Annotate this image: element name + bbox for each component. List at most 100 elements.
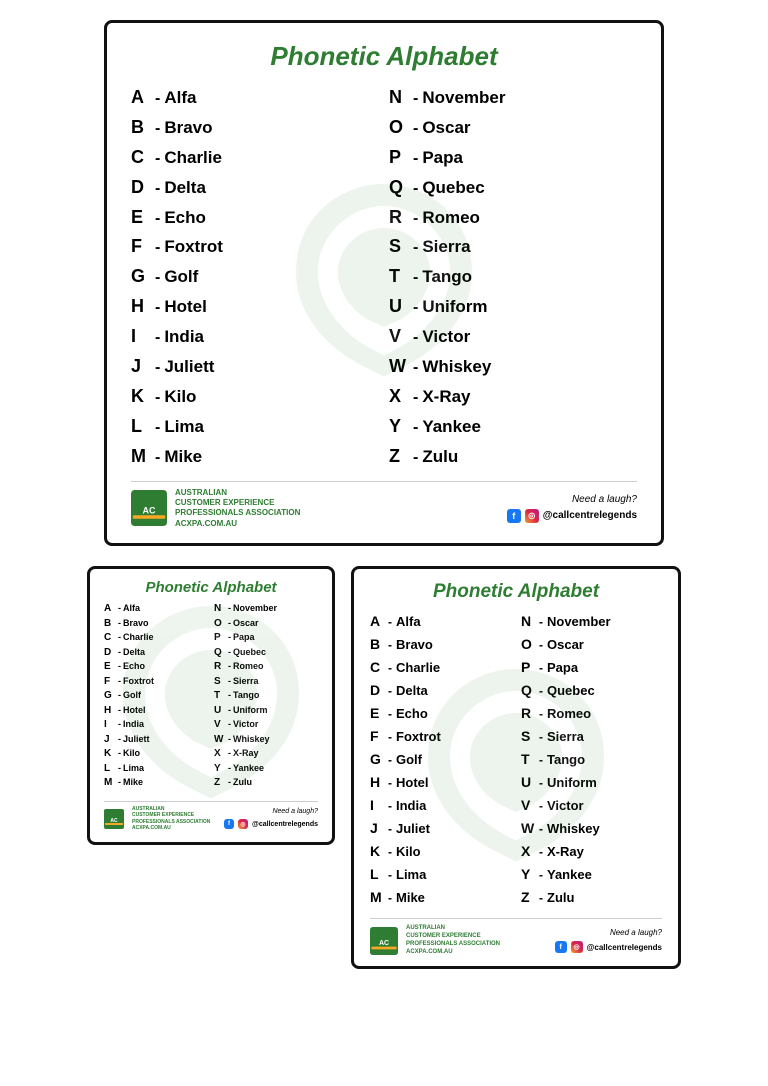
alpha-letter: F	[370, 726, 386, 747]
alpha-dash: -	[228, 762, 231, 775]
list-item: Z - Zulu	[214, 776, 318, 791]
alpha-word: Echo	[396, 704, 428, 724]
list-item: Y - Yankee	[214, 762, 318, 777]
alpha-letter: H	[131, 293, 153, 321]
footer-laugh-medium: Need a laugh?	[555, 928, 662, 937]
alpha-dash: -	[413, 177, 418, 202]
alpha-letter: E	[370, 703, 386, 724]
footer-org-text: AUSTRALIAN CUSTOMER EXPERIENCE PROFESSIO…	[175, 488, 300, 530]
alpha-letter: P	[389, 144, 411, 172]
alpha-word: Yankee	[547, 865, 592, 885]
acxpa-logo-medium-icon: AC	[370, 927, 398, 955]
footer-org-text-small: AUSTRALIAN CUSTOMER EXPERIENCE PROFESSIO…	[132, 806, 210, 832]
card-large-title: Phonetic Alphabet	[131, 41, 637, 72]
alpha-dash: -	[413, 147, 418, 172]
alpha-letter: H	[104, 704, 116, 719]
alpha-letter: M	[104, 776, 116, 791]
alpha-word: Charlie	[164, 145, 222, 171]
alpha-word: Zulu	[422, 444, 458, 470]
alpha-dash: -	[539, 843, 543, 861]
list-item: K - Kilo	[131, 383, 379, 411]
social-row: f ◎ @callcentrelegends	[507, 509, 637, 523]
alpha-letter: U	[389, 293, 411, 321]
list-item: P - Papa	[214, 631, 318, 646]
alpha-word: Yankee	[233, 762, 264, 775]
list-item: Q - Quebec	[389, 174, 637, 202]
alpha-word: Yankee	[422, 414, 481, 440]
alpha-dash: -	[118, 704, 121, 717]
alpha-dash: -	[539, 889, 543, 907]
alpha-letter: G	[104, 689, 116, 704]
alpha-word: Sierra	[422, 234, 470, 260]
acxpa-logo-small-icon: AC	[104, 809, 124, 829]
card-medium-footer: AC AUSTRALIAN CUSTOMER EXPERIENCE PROFES…	[370, 918, 662, 956]
alpha-letter: C	[370, 657, 386, 678]
footer-laugh-text: Need a laugh?	[507, 494, 637, 505]
alpha-dash: -	[228, 733, 231, 746]
list-item: U - Uniform	[521, 772, 662, 793]
alpha-dash: -	[118, 646, 121, 659]
alpha-letter: Z	[214, 776, 226, 791]
svg-text:AC: AC	[379, 940, 389, 947]
alpha-letter: D	[370, 680, 386, 701]
alpha-word: Quebec	[422, 175, 484, 201]
alpha-word: Golf	[396, 750, 422, 770]
list-item: O - Oscar	[389, 114, 637, 142]
alpha-letter: J	[104, 733, 116, 748]
list-item: O - Oscar	[521, 634, 662, 655]
list-item: B - Bravo	[131, 114, 379, 142]
alpha-word: X-Ray	[422, 384, 470, 410]
alpha-word: Quebec	[233, 646, 266, 659]
alpha-word: November	[547, 612, 611, 632]
alpha-letter: N	[214, 602, 226, 617]
list-item: Y - Yankee	[389, 413, 637, 441]
page-container: Phonetic Alphabet A - Alfa N - November B …	[20, 20, 748, 969]
list-item: L - Lima	[370, 864, 511, 885]
alpha-dash: -	[413, 207, 418, 232]
alpha-word: Victor	[233, 718, 258, 731]
alpha-word: Hotel	[396, 773, 429, 793]
alpha-dash: -	[388, 705, 392, 723]
alpha-letter: Y	[521, 864, 537, 885]
alpha-letter: U	[521, 772, 537, 793]
alpha-dash: -	[118, 718, 121, 731]
list-item: Z - Zulu	[389, 443, 637, 471]
alpha-dash: -	[539, 682, 543, 700]
alpha-dash: -	[118, 631, 121, 644]
alpha-dash: -	[539, 820, 543, 838]
alpha-letter: B	[104, 617, 116, 632]
alpha-letter: I	[104, 718, 116, 733]
alpha-word: Golf	[164, 264, 198, 290]
alpha-letter: P	[521, 657, 537, 678]
alpha-word: Echo	[123, 660, 145, 673]
alpha-word: X-Ray	[233, 747, 259, 760]
list-item: M - Mike	[104, 776, 208, 791]
alpha-letter: D	[104, 646, 116, 661]
alpha-word: Delta	[396, 681, 428, 701]
list-item: I - India	[131, 323, 379, 351]
list-item: X - X-Ray	[521, 841, 662, 862]
alpha-letter: R	[521, 703, 537, 724]
alpha-word: Victor	[547, 796, 584, 816]
alpha-word: Alfa	[123, 602, 140, 615]
list-item: M - Mike	[131, 443, 379, 471]
alpha-word: Victor	[422, 324, 470, 350]
alpha-word: Mike	[164, 444, 202, 470]
list-item: A - Alfa	[131, 84, 379, 112]
alpha-word: Alfa	[396, 612, 421, 632]
facebook-medium-icon: f	[555, 941, 567, 953]
list-item: R - Romeo	[389, 204, 637, 232]
alpha-word: Mike	[123, 776, 143, 789]
alpha-word: Romeo	[547, 704, 591, 724]
alpha-dash: -	[155, 266, 160, 291]
alpha-letter: A	[104, 602, 116, 617]
alpha-letter: V	[389, 323, 411, 351]
alpha-letter: G	[370, 749, 386, 770]
alpha-letter: N	[389, 84, 411, 112]
alpha-dash: -	[155, 177, 160, 202]
alpha-letter: Z	[521, 887, 537, 908]
alpha-letter: S	[214, 675, 226, 690]
alpha-letter: L	[104, 762, 116, 777]
card-small-footer: AC AUSTRALIAN CUSTOMER EXPERIENCE PROFES…	[104, 801, 318, 832]
list-item: J - Juliet	[370, 818, 511, 839]
